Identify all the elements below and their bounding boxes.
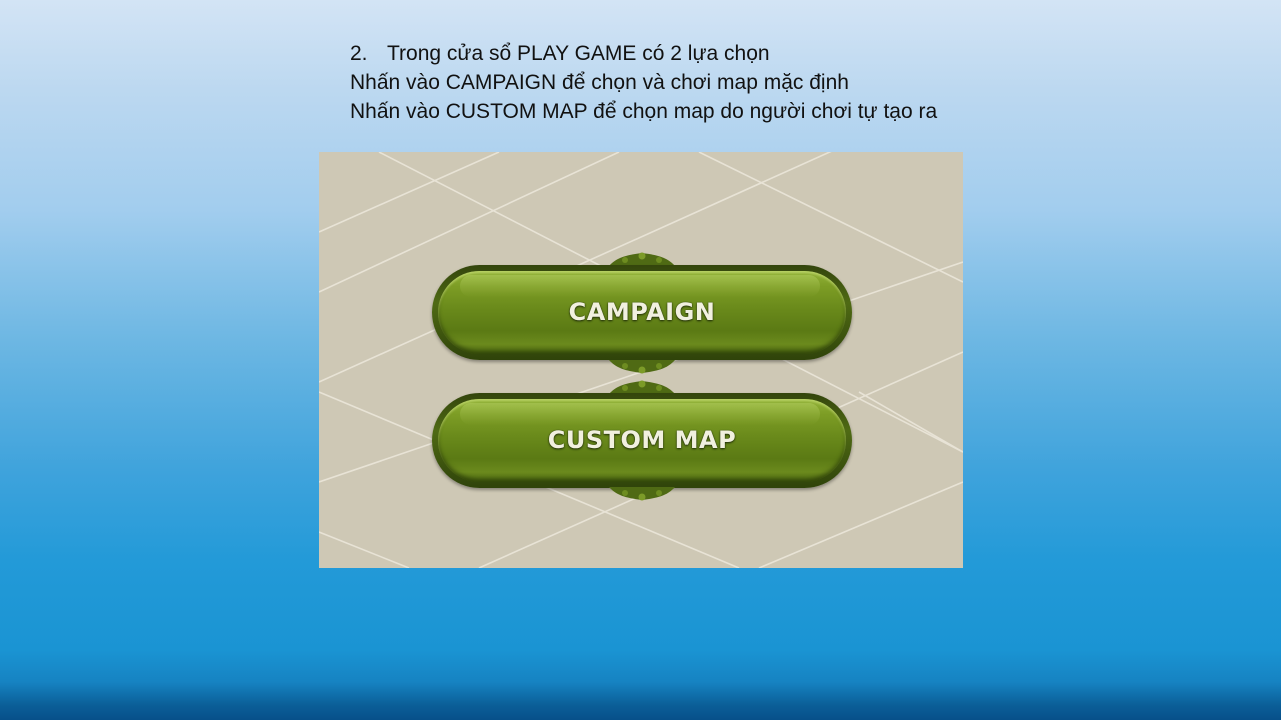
campaign-button[interactable]: CAMPAIGN xyxy=(432,265,852,360)
instruction-line-1: 2. Trong cửa sổ PLAY GAME có 2 lựa chọn xyxy=(350,39,1050,68)
vine-ornament-icon xyxy=(609,487,675,501)
instruction-line-3: Nhấn vào CUSTOM MAP để chọn map do người… xyxy=(350,100,938,123)
custom-map-button[interactable]: CUSTOM MAP xyxy=(432,393,852,488)
instruction-line-2: Nhấn vào CAMPAIGN để chọn và chơi map mặ… xyxy=(350,71,849,94)
step-number: 2. xyxy=(350,42,368,65)
game-screenshot: CAMPAIGN CUSTOM MAP xyxy=(319,152,963,568)
vine-ornament-icon xyxy=(609,360,675,374)
instruction-line-1-text: Trong cửa sổ PLAY GAME có 2 lựa chọn xyxy=(387,42,770,65)
slide: 2. Trong cửa sổ PLAY GAME có 2 lựa chọn N… xyxy=(0,0,1281,720)
instruction-text: 2. Trong cửa sổ PLAY GAME có 2 lựa chọn N… xyxy=(350,39,1050,126)
campaign-button-label: CAMPAIGN xyxy=(568,298,716,326)
custom-map-button-label: CUSTOM MAP xyxy=(547,426,737,454)
